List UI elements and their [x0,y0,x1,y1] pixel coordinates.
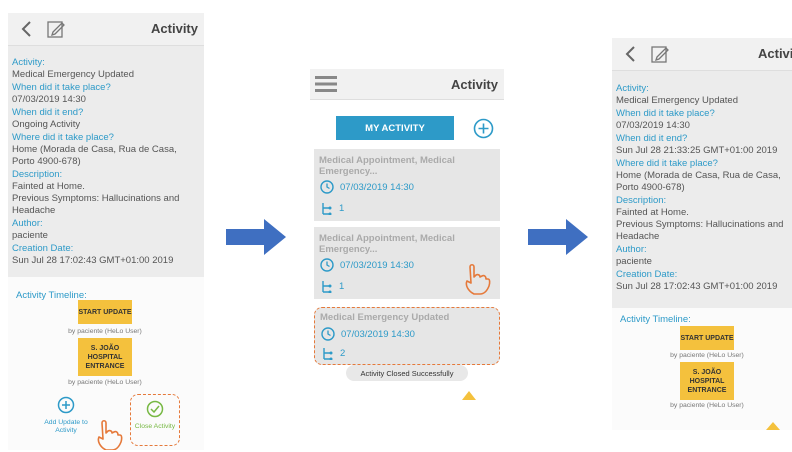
label-start: When did it take place? [12,82,111,93]
activity-card-title: Medical Appointment, Medical Emergency..… [319,233,455,255]
value-activity: Medical Emergency Updated [616,95,738,106]
flow-arrow-icon [528,219,588,255]
value-description: Fainted at Home. Previous Symptoms: Hall… [616,207,784,242]
activity-card-date: 07/03/2019 14:30 [340,181,414,193]
activity-details: Activity: Medical Emergency Updated When… [8,57,204,268]
add-circle-icon [57,396,75,414]
add-update-button[interactable]: Add Update to Activity [38,396,94,446]
toast-message: Activity Closed Successfully [346,365,468,381]
app-header: Activity [310,69,504,100]
value-start: 07/03/2019 14:30 [12,94,86,105]
activity-card-count-row: 1 [320,280,344,293]
edit-icon[interactable] [650,44,670,64]
value-start: 07/03/2019 14:30 [616,120,690,131]
add-update-label: Add Update to Activity [44,419,88,434]
label-description: Description: [12,169,63,180]
activity-card-date-row: 07/03/2019 14:30 [321,327,415,341]
app-header: Activit [612,38,792,71]
label-activity: Activity: [12,57,45,68]
value-end: Sun Jul 28 21:33:25 GMT+01:00 2019 [616,145,778,156]
label-start: When did it take place? [616,108,715,119]
value-creation-date: Sun Jul 28 17:02:43 GMT+01:00 2019 [12,255,174,266]
activity-card-date: 07/03/2019 14:30 [340,259,414,271]
activity-card-date-row: 07/03/2019 14:30 [320,258,414,272]
back-arrow-icon[interactable] [620,44,640,64]
activity-card-count: 1 [339,203,345,214]
activity-card-title: Medical Emergency Updated [320,312,450,323]
branch-icon [322,281,332,293]
timeline-event-hospital-entrance[interactable]: S. JOÃO HOSPITAL ENTRANCE [78,338,132,376]
activity-card-date: 07/03/2019 14:30 [341,328,415,340]
activity-card-closed[interactable]: Medical Emergency Updated 07/03/2019 14:… [314,307,500,365]
activity-details: Activity: Medical Emergency Updated When… [612,83,792,294]
screen-activity-detail-after: Activit Activity: Medical Emergency Upda… [612,38,792,430]
close-activity-button[interactable]: Close Activity [130,394,180,446]
clock-icon [321,327,335,341]
value-location: Home (Morada de Casa, Rua de Casa, Porto… [616,170,781,193]
corner-marker-icon [766,422,780,430]
edit-icon[interactable] [46,19,66,39]
timeline-event-hospital-entrance[interactable]: S. JOÃO HOSPITAL ENTRANCE [680,362,734,400]
back-arrow-icon[interactable] [16,19,36,39]
pointer-hand-icon [465,263,491,295]
value-creation-date: Sun Jul 28 17:02:43 GMT+01:00 2019 [616,281,778,292]
timeline-label: Activity Timeline: [620,314,691,325]
activity-card-count: 1 [339,281,345,292]
page-title: Activity [151,21,198,36]
pointer-hand-icon [97,419,123,450]
activity-card[interactable]: Medical Appointment, Medical Emergency..… [314,149,500,222]
value-activity: Medical Emergency Updated [12,69,134,80]
corner-marker-icon [462,391,476,400]
timeline-event-start-update[interactable]: START UPDATE [78,300,132,324]
label-activity: Activity: [616,83,649,94]
timeline-event-author: by paciente (HeLo User) [68,379,142,386]
activity-timeline: Activity Timeline: START UPDATE by pacie… [8,277,204,450]
clock-icon [320,258,334,272]
close-activity-label: Close Activity [134,423,176,430]
label-author: Author: [12,218,43,229]
clock-icon [320,180,334,194]
timeline-event-author: by paciente (HeLo User) [68,328,142,335]
branch-icon [323,348,333,360]
label-location: Where did it take place? [616,158,718,169]
label-end: When did it end? [616,133,688,144]
timeline-label: Activity Timeline: [16,290,87,301]
branch-icon [322,203,332,215]
label-creation-date: Creation Date: [616,269,678,280]
value-author: paciente [12,230,48,241]
value-end: Ongoing Activity [12,119,81,130]
activity-card-count-row: 2 [321,347,345,360]
check-circle-icon [146,400,164,418]
screen-activity-detail-before: Activity Activity: Medical Emergency Upd… [8,13,204,450]
menu-icon[interactable] [314,74,338,94]
flow-arrow-icon [226,219,286,255]
activity-timeline: Activity Timeline: START UPDATE by pacie… [612,308,792,430]
label-description: Description: [616,195,667,206]
label-author: Author: [616,244,647,255]
label-location: Where did it take place? [12,132,114,143]
timeline-event-start-update[interactable]: START UPDATE [680,326,734,350]
page-title: Activit [758,46,792,61]
activity-card-title: Medical Appointment, Medical Emergency..… [319,155,455,177]
label-end: When did it end? [12,107,84,118]
timeline-event-author: by paciente (HeLo User) [670,402,744,409]
value-author: paciente [616,256,652,267]
app-header: Activity [8,13,204,46]
my-activity-tab[interactable]: MY ACTIVITY [336,116,454,140]
page-title: Activity [451,77,498,92]
screen-activity-list: Activity MY ACTIVITY Medical Appointment… [310,69,504,400]
add-activity-icon[interactable] [473,118,494,139]
activity-card-count: 2 [340,348,346,359]
activity-card-date-row: 07/03/2019 14:30 [320,180,414,194]
activity-card[interactable]: Medical Appointment, Medical Emergency..… [314,227,500,300]
value-description: Fainted at Home. Previous Symptoms: Hall… [12,181,180,216]
activity-card-count-row: 1 [320,202,344,215]
timeline-event-author: by paciente (HeLo User) [670,352,744,359]
value-location: Home (Morada de Casa, Rua de Casa, Porto… [12,144,177,167]
label-creation-date: Creation Date: [12,243,74,254]
